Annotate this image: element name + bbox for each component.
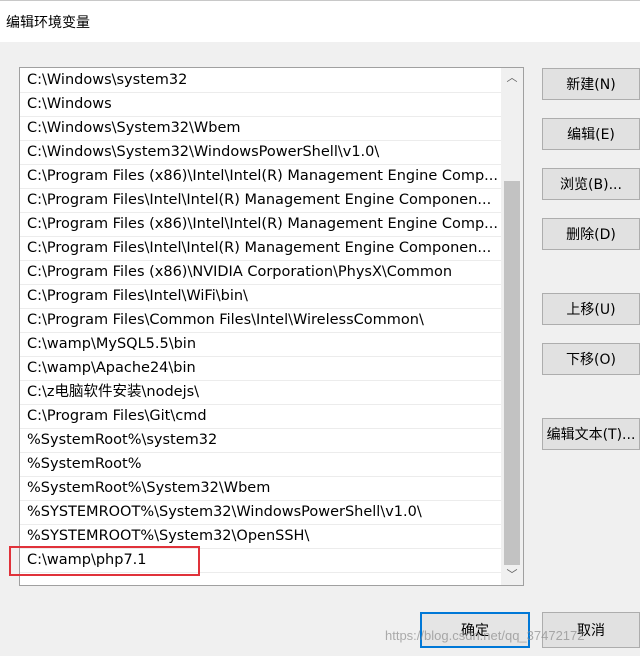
list-item-php-path[interactable]: C:\wamp\php7.1 xyxy=(20,549,501,573)
list-item[interactable]: C:\z电脑软件安装\nodejs\ xyxy=(20,381,501,405)
list-item[interactable]: C:\Program Files\Intel\Intel(R) Manageme… xyxy=(20,237,501,261)
path-list[interactable]: C:\Windows\system32 C:\Windows C:\Window… xyxy=(19,67,524,586)
list-item[interactable]: %SystemRoot%\system32 xyxy=(20,429,501,453)
new-button[interactable]: 新建(N) xyxy=(542,68,640,100)
edit-text-button[interactable]: 编辑文本(T)... xyxy=(542,418,640,450)
list-item[interactable]: C:\Program Files\Intel\Intel(R) Manageme… xyxy=(20,189,501,213)
list-item[interactable]: C:\wamp\MySQL5.5\bin xyxy=(20,333,501,357)
list-item[interactable]: %SystemRoot%\System32\Wbem xyxy=(20,477,501,501)
scroll-down-arrow-icon[interactable]: ﹀ xyxy=(501,565,523,585)
list-item[interactable]: C:\Program Files\Intel\WiFi\bin\ xyxy=(20,285,501,309)
list-item[interactable]: %SYSTEMROOT%\System32\WindowsPowerShell\… xyxy=(20,501,501,525)
list-item[interactable]: C:\Windows xyxy=(20,93,501,117)
list-item[interactable]: %SYSTEMROOT%\System32\OpenSSH\ xyxy=(20,525,501,549)
list-item[interactable]: C:\Program Files (x86)\Intel\Intel(R) Ma… xyxy=(20,213,501,237)
path-list-rows: C:\Windows\system32 C:\Windows C:\Window… xyxy=(20,69,501,573)
list-item[interactable]: C:\Program Files (x86)\NVIDIA Corporatio… xyxy=(20,261,501,285)
list-item[interactable]: C:\Program Files\Git\cmd xyxy=(20,405,501,429)
list-item[interactable]: C:\Windows\System32\Wbem xyxy=(20,117,501,141)
edit-button[interactable]: 编辑(E) xyxy=(542,118,640,150)
list-item[interactable]: C:\wamp\Apache24\bin xyxy=(20,357,501,381)
scroll-thumb[interactable] xyxy=(504,181,520,565)
title-bar: 编辑环境变量 xyxy=(0,0,640,42)
move-up-button[interactable]: 上移(U) xyxy=(542,293,640,325)
list-item[interactable]: C:\Windows\System32\WindowsPowerShell\v1… xyxy=(20,141,501,165)
window-title: 编辑环境变量 xyxy=(6,15,90,31)
ok-button[interactable]: 确定 xyxy=(420,612,530,648)
move-down-button[interactable]: 下移(O) xyxy=(542,343,640,375)
list-item[interactable]: %SystemRoot% xyxy=(20,453,501,477)
list-item[interactable]: C:\Program Files (x86)\Intel\Intel(R) Ma… xyxy=(20,165,501,189)
browse-button[interactable]: 浏览(B)... xyxy=(542,168,640,200)
scroll-up-arrow-icon[interactable]: ︿ xyxy=(501,68,523,88)
cancel-button[interactable]: 取消 xyxy=(542,612,640,648)
delete-button[interactable]: 删除(D) xyxy=(542,218,640,250)
vertical-scrollbar[interactable]: ︿ ﹀ xyxy=(501,68,523,585)
list-item[interactable]: C:\Windows\system32 xyxy=(20,69,501,93)
list-item[interactable]: C:\Program Files\Common Files\Intel\Wire… xyxy=(20,309,501,333)
